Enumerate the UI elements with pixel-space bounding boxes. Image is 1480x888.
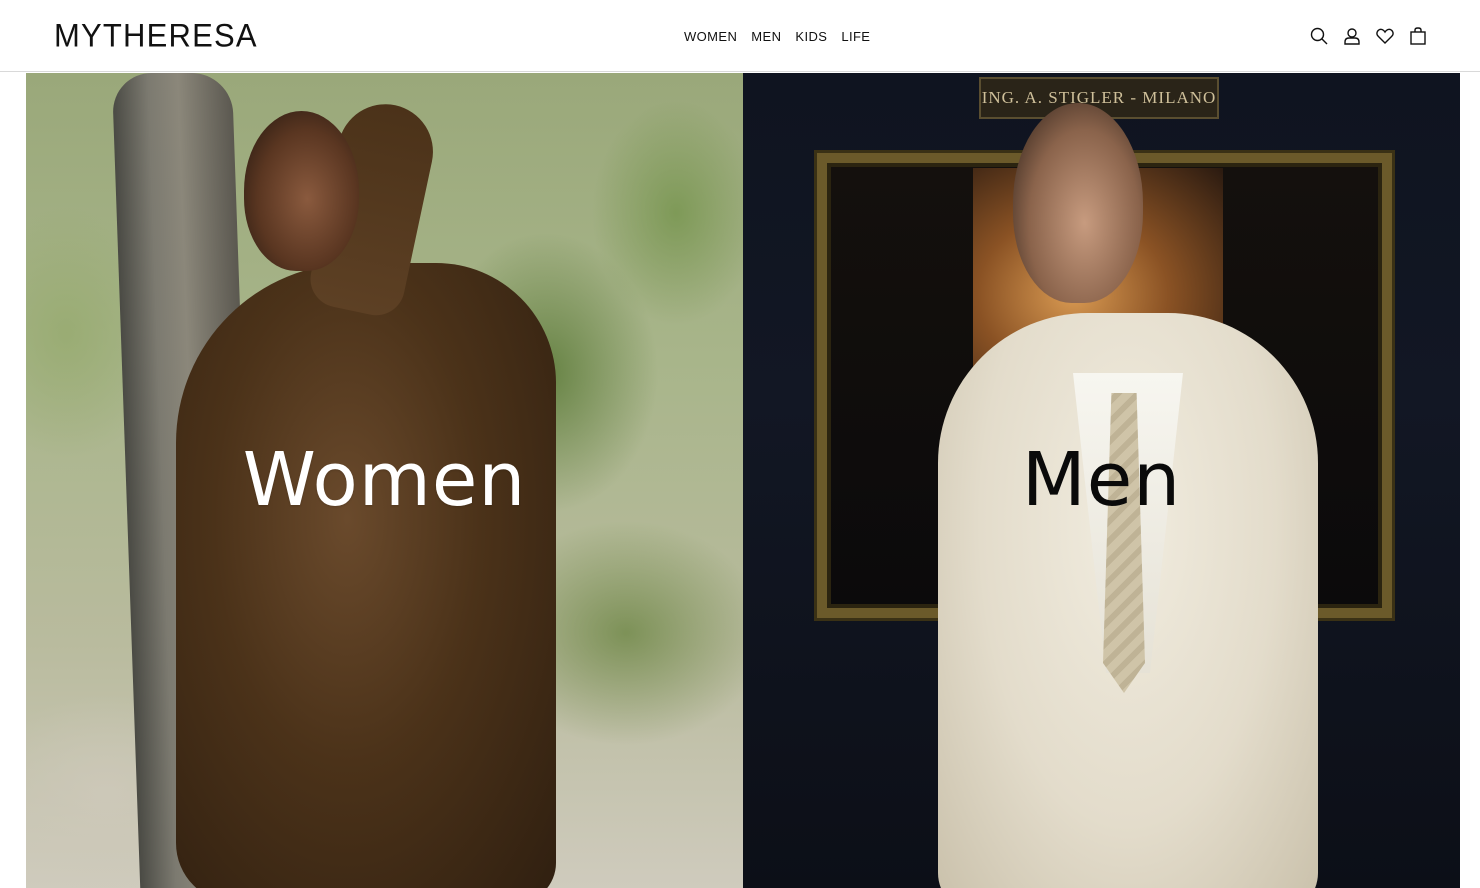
men-category-panel[interactable]: ING. A. STIGLER - MILANO Men	[743, 73, 1460, 888]
mytheresa-logo[interactable]: MYTHERESA	[54, 15, 258, 57]
wishlist-icon[interactable]	[1375, 25, 1395, 47]
women-model-head-image	[244, 111, 359, 271]
women-category-panel[interactable]: Women	[26, 73, 743, 888]
header-actions	[1309, 24, 1428, 48]
nav-item-men[interactable]: MEN	[751, 29, 781, 44]
men-category-label[interactable]: Men	[743, 435, 1460, 525]
women-category-label[interactable]: Women	[26, 435, 743, 525]
main-nav: WOMEN MEN KIDS LIFE	[684, 26, 870, 46]
account-icon[interactable]	[1342, 25, 1362, 47]
hero-section: Women ING. A. STIGLER - MILANO Men	[26, 73, 1460, 888]
nav-item-kids[interactable]: KIDS	[795, 29, 827, 44]
site-header: MYTHERESA WOMEN MEN KIDS LIFE	[0, 0, 1480, 72]
shopping-bag-icon[interactable]	[1408, 25, 1428, 47]
men-model-head-image	[1013, 103, 1143, 303]
nav-item-life[interactable]: LIFE	[841, 29, 870, 44]
search-icon[interactable]	[1309, 25, 1329, 47]
women-model-image	[176, 263, 556, 888]
nav-item-women[interactable]: WOMEN	[684, 29, 737, 44]
